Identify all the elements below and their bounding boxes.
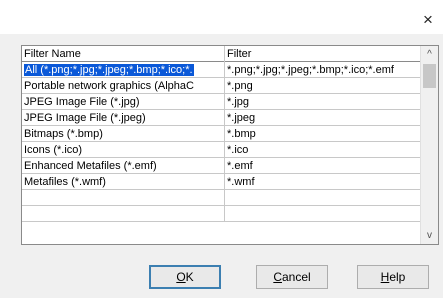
table-row[interactable]: [22, 206, 422, 222]
filter-cell[interactable]: *.ico: [225, 142, 422, 158]
filter-cell[interactable]: [225, 190, 422, 206]
column-header-filter[interactable]: Filter: [225, 46, 422, 62]
filter-name-cell[interactable]: Icons (*.ico): [22, 142, 225, 158]
vertical-scrollbar[interactable]: ^ v: [420, 46, 438, 244]
filter-dialog: × Filter Name Filter All (*.png;*.jpg;*.…: [0, 0, 443, 298]
filter-name-cell[interactable]: All (*.png;*.jpg;*.jpeg;*.bmp;*.ico;*.: [22, 62, 225, 78]
filter-cell[interactable]: *.png;*.jpg;*.jpeg;*.bmp;*.ico;*.emf: [225, 62, 422, 78]
close-icon[interactable]: ×: [415, 8, 441, 32]
table-header: Filter Name Filter: [22, 46, 422, 62]
filter-cell[interactable]: *.emf: [225, 158, 422, 174]
table-row[interactable]: Icons (*.ico) *.ico: [22, 142, 422, 158]
table-row[interactable]: Bitmaps (*.bmp) *.bmp: [22, 126, 422, 142]
scroll-thumb[interactable]: [423, 64, 436, 88]
help-label: elp: [389, 270, 406, 284]
filter-name-cell[interactable]: [22, 206, 225, 222]
filter-cell[interactable]: *.jpg: [225, 94, 422, 110]
filter-name-cell[interactable]: Portable network graphics (AlphaC: [22, 78, 225, 94]
filter-cell[interactable]: *.jpeg: [225, 110, 422, 126]
filter-name-cell[interactable]: Enhanced Metafiles (*.emf): [22, 158, 225, 174]
table-row[interactable]: JPEG Image File (*.jpeg) *.jpeg: [22, 110, 422, 126]
table-row[interactable]: [22, 190, 422, 206]
cancel-accel: C: [273, 270, 282, 284]
filter-name-cell[interactable]: JPEG Image File (*.jpg): [22, 94, 225, 110]
filter-cell[interactable]: *.bmp: [225, 126, 422, 142]
ok-button[interactable]: OK: [149, 265, 221, 289]
filter-name-cell[interactable]: JPEG Image File (*.jpeg): [22, 110, 225, 126]
cancel-button[interactable]: Cancel: [256, 265, 328, 289]
help-button[interactable]: Help: [357, 265, 429, 289]
filter-name-cell[interactable]: Metafiles (*.wmf): [22, 174, 225, 190]
column-header-filter-name[interactable]: Filter Name: [22, 46, 225, 62]
filter-name-text: All (*.png;*.jpg;*.jpeg;*.bmp;*.ico;*.: [24, 64, 194, 76]
filter-name-cell[interactable]: Bitmaps (*.bmp): [22, 126, 225, 142]
filter-cell[interactable]: *.wmf: [225, 174, 422, 190]
table-row[interactable]: Metafiles (*.wmf) *.wmf: [22, 174, 422, 190]
filter-table: Filter Name Filter All (*.png;*.jpg;*.jp…: [21, 45, 439, 245]
filter-name-cell[interactable]: [22, 190, 225, 206]
cancel-label: ancel: [281, 270, 311, 284]
scroll-down-icon[interactable]: v: [421, 227, 438, 244]
table-row[interactable]: All (*.png;*.jpg;*.jpeg;*.bmp;*.ico;*. *…: [22, 62, 422, 78]
table-row[interactable]: JPEG Image File (*.jpg) *.jpg: [22, 94, 422, 110]
scroll-up-icon[interactable]: ^: [421, 46, 438, 63]
filter-cell[interactable]: *.png: [225, 78, 422, 94]
filter-cell[interactable]: [225, 206, 422, 222]
table-row[interactable]: Enhanced Metafiles (*.emf) *.emf: [22, 158, 422, 174]
title-bar: ×: [0, 0, 443, 34]
ok-accel: O: [176, 270, 186, 284]
ok-label: K: [185, 270, 194, 284]
table-row[interactable]: Portable network graphics (AlphaC *.png: [22, 78, 422, 94]
